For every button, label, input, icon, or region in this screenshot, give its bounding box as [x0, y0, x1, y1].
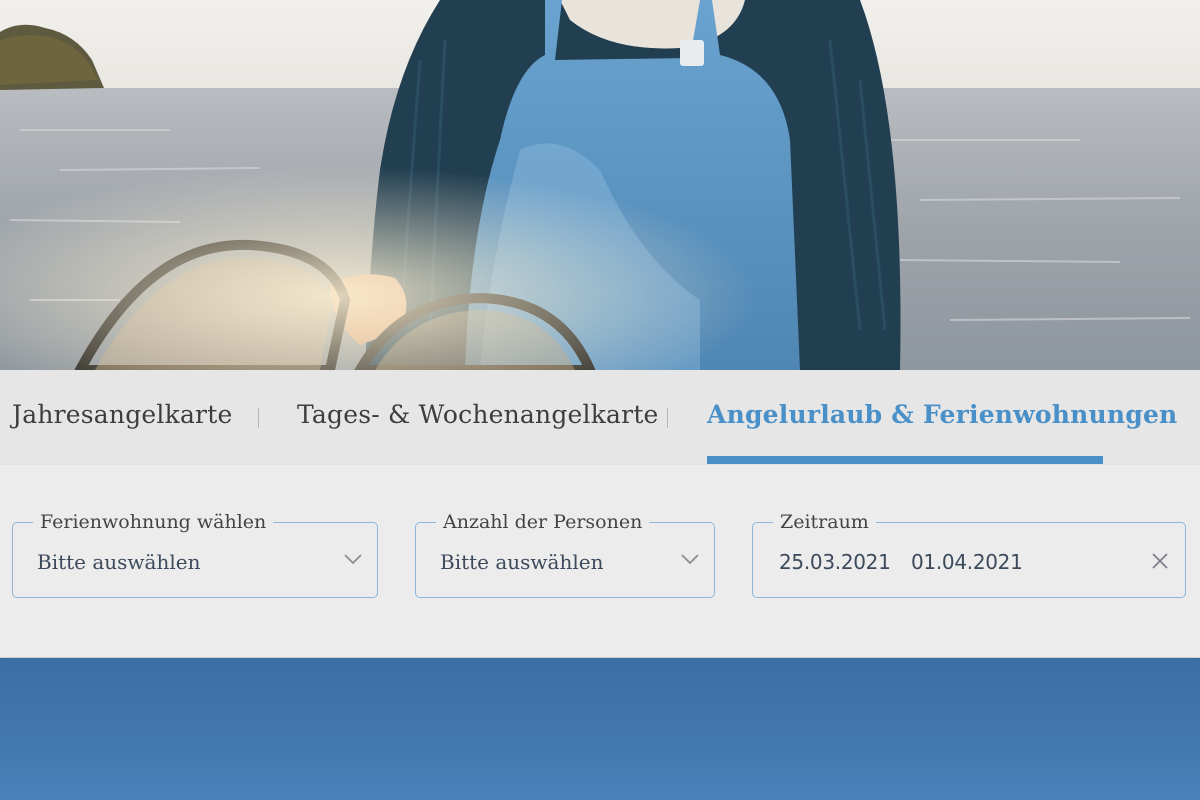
apartment-select-value: Bitte auswählen [37, 550, 201, 574]
tab-tages-wochenangelkarte[interactable]: Tages- & Wochenangelkarte [297, 400, 659, 429]
chevron-down-icon[interactable] [343, 552, 363, 566]
tab-divider [667, 408, 668, 428]
persons-select-label: Anzahl der Personen [436, 511, 650, 533]
period-date-range[interactable]: Zeitraum 25.03.2021 01.04.2021 [752, 511, 1186, 598]
apartment-select[interactable]: Ferienwohnung wählen Bitte auswählen [12, 511, 378, 598]
close-icon[interactable] [1149, 550, 1171, 572]
tab-divider [258, 408, 259, 428]
persons-select-value: Bitte auswählen [440, 550, 604, 574]
active-tab-indicator [707, 456, 1103, 464]
persons-select[interactable]: Anzahl der Personen Bitte auswählen [415, 511, 715, 598]
hero-image [0, 0, 1200, 370]
apartment-select-label: Ferienwohnung wählen [33, 511, 274, 533]
date-from[interactable]: 25.03.2021 [779, 550, 891, 574]
tab-jahresangelkarte[interactable]: Jahresangelkarte [12, 400, 232, 429]
period-label: Zeitraum [773, 511, 876, 533]
footer-band [0, 658, 1200, 800]
tab-angelurlaub-ferienwohnungen[interactable]: Angelurlaub & Ferienwohnungen [707, 400, 1177, 429]
date-to[interactable]: 01.04.2021 [911, 550, 1023, 574]
chevron-down-icon[interactable] [680, 552, 700, 566]
tab-bar: Jahresangelkarte Tages- & Wochenangelkar… [0, 370, 1200, 465]
booking-form: Ferienwohnung wählen Bitte auswählen Anz… [0, 465, 1200, 657]
